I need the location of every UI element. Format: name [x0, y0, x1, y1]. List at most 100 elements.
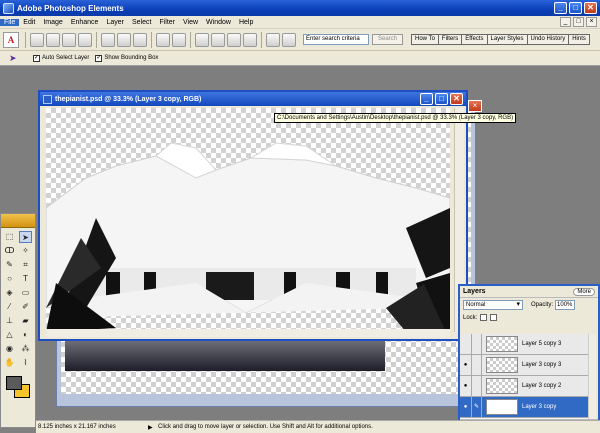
visibility-eye-icon[interactable]: ● — [460, 375, 472, 397]
adobe-logo-icon[interactable]: A — [3, 31, 19, 48]
link-toggle[interactable] — [472, 334, 482, 355]
options-bar: ➤ ✓ Auto Select Layer ✓ Show Bounding Bo… — [0, 51, 600, 66]
tab-layer-styles[interactable]: Layer Styles — [487, 35, 528, 44]
tab-undo-history[interactable]: Undo History — [527, 35, 570, 44]
layer-row[interactable]: Layer 5 copy 3 — [460, 334, 590, 355]
brush-tool-icon[interactable]: ⁄ — [3, 301, 16, 313]
clone-stamp-tool-icon[interactable]: ⊥ — [3, 315, 16, 327]
print-preview-icon[interactable] — [156, 32, 170, 47]
menu-help[interactable]: Help — [235, 19, 257, 26]
layers-tab[interactable]: Layers — [460, 288, 489, 295]
blur-tool-icon[interactable]: △ — [3, 329, 16, 341]
red-eye-tool-icon[interactable]: ◉ — [3, 343, 16, 355]
auto-select-checkbox[interactable]: ✓ — [33, 54, 40, 62]
import-icon[interactable] — [78, 32, 92, 47]
tab-hints[interactable]: Hints — [569, 35, 589, 44]
selection-brush-tool-icon[interactable]: ✎ — [3, 259, 16, 271]
lock-all-icon[interactable] — [490, 314, 498, 321]
hand-tool-icon[interactable]: ✋ — [3, 357, 16, 369]
toolbox-header[interactable] — [1, 214, 35, 228]
save-for-web-icon[interactable] — [117, 32, 131, 47]
doc-restore-button[interactable]: □ — [573, 17, 584, 27]
minimize-button[interactable]: _ — [554, 2, 567, 14]
save-icon[interactable] — [101, 32, 115, 47]
move-tool-icon[interactable]: ➤ — [9, 52, 23, 64]
search-input[interactable]: Enter search criteria — [303, 34, 369, 45]
zoom-tool-icon[interactable]: ○ — [3, 273, 16, 285]
link-toggle[interactable] — [472, 375, 482, 397]
online-services-icon[interactable] — [195, 32, 209, 47]
document-icon — [43, 94, 52, 104]
doc-minimize-button[interactable]: _ — [420, 93, 433, 105]
new-file-icon[interactable] — [30, 32, 44, 47]
sponge-tool-icon[interactable]: ◐ — [19, 329, 32, 341]
redo-icon[interactable] — [243, 32, 257, 47]
eraser-tool-icon[interactable]: ▰ — [19, 315, 32, 327]
menu-layer[interactable]: Layer — [102, 19, 128, 26]
marquee-tool-icon[interactable]: ⬚ — [3, 231, 16, 243]
menu-view[interactable]: View — [179, 19, 202, 26]
status-menu-arrow-icon[interactable]: ▶ — [148, 424, 158, 431]
pencil-tool-icon[interactable]: ✐ — [19, 301, 32, 313]
layer-row-selected[interactable]: ● ✎ Layer 3 copy — [460, 396, 590, 418]
menu-filter[interactable]: Filter — [155, 19, 179, 26]
move-tool-icon[interactable]: ➤ — [19, 231, 32, 243]
brush-icon[interactable]: ✎ — [472, 396, 482, 418]
crop-tool-icon[interactable]: ⌗ — [19, 259, 32, 271]
opacity-label: Opacity: — [531, 301, 554, 308]
background-doc-close-button[interactable]: × — [468, 100, 482, 112]
step-backward-icon[interactable] — [211, 32, 225, 47]
tab-effects[interactable]: Effects — [462, 35, 488, 44]
tools-grid: ⬚ ➤ ↀ ✧ ✎ ⌗ ○ T ◈ ▭ ⁄ ✐ ⊥ ▰ △ ◐ ◉ ⁂ ✋ ⌇ — [1, 228, 35, 372]
bounding-box-checkbox[interactable]: ✓ — [95, 54, 103, 62]
layers-scrollbar[interactable] — [588, 334, 596, 420]
quick-fix-icon[interactable] — [266, 32, 280, 47]
layer-row[interactable]: ● Layer 3 copy 3 — [460, 354, 590, 376]
horizontal-scrollbar[interactable] — [46, 329, 450, 337]
paint-bucket-tool-icon[interactable]: ◈ — [3, 287, 16, 299]
lock-transparent-icon[interactable] — [480, 314, 488, 321]
doc-close-button[interactable]: × — [586, 17, 597, 27]
doc-close-button[interactable]: ✕ — [450, 93, 463, 105]
auto-select-layer-option[interactable]: ✓ Auto Select Layer — [33, 54, 89, 62]
blend-mode-select[interactable]: Normal — [463, 299, 523, 310]
close-button[interactable]: ✕ — [584, 2, 597, 14]
search-button[interactable]: Search — [372, 34, 404, 45]
tab-how-to[interactable]: How To — [412, 35, 439, 44]
eyedropper-tool-icon[interactable]: ⁂ — [19, 343, 32, 355]
tab-filters[interactable]: Filters — [438, 35, 463, 44]
print-icon[interactable] — [133, 32, 147, 47]
doc-minimize-button[interactable]: _ — [560, 17, 571, 27]
menu-select[interactable]: Select — [128, 19, 155, 26]
menu-file[interactable]: File — [0, 18, 20, 26]
maximize-button[interactable]: □ — [569, 2, 582, 14]
menu-window[interactable]: Window — [202, 19, 235, 26]
layer-row[interactable]: ● Layer 3 copy 2 — [460, 375, 590, 397]
document-window[interactable]: thepianist.psd @ 33.3% (Layer 3 copy, RG… — [38, 90, 468, 341]
more-button[interactable]: More — [573, 287, 595, 296]
menu-edit[interactable]: Edit — [19, 19, 39, 26]
browse-icon[interactable] — [62, 32, 76, 47]
document-canvas[interactable] — [46, 108, 450, 332]
help-icon[interactable] — [282, 32, 296, 47]
visibility-eye-icon[interactable]: ● — [460, 396, 472, 418]
link-toggle[interactable] — [472, 354, 482, 376]
attach-email-icon[interactable] — [172, 32, 186, 47]
type-tool-icon[interactable]: T — [19, 273, 32, 285]
visibility-toggle[interactable] — [460, 334, 472, 355]
opacity-input[interactable]: 100% — [555, 299, 576, 310]
menu-bar: File Edit Image Enhance Layer Select Fil… — [0, 16, 600, 29]
foreground-color-swatch[interactable] — [6, 376, 22, 390]
document-title-bar[interactable]: thepianist.psd @ 33.3% (Layer 3 copy, RG… — [40, 92, 466, 106]
visibility-eye-icon[interactable]: ● — [460, 354, 472, 376]
open-icon[interactable] — [46, 32, 60, 47]
shape-tool-icon[interactable]: ▭ — [19, 287, 32, 299]
bounding-box-option[interactable]: ✓ Show Bounding Box — [95, 54, 158, 62]
magic-wand-tool-icon[interactable]: ✧ — [19, 245, 32, 257]
menu-image[interactable]: Image — [39, 19, 66, 26]
smudge-tool-icon[interactable]: ⌇ — [19, 357, 32, 369]
lasso-tool-icon[interactable]: ↀ — [3, 245, 16, 257]
undo-icon[interactable] — [227, 32, 241, 47]
menu-enhance[interactable]: Enhance — [67, 19, 103, 26]
doc-maximize-button[interactable]: □ — [435, 93, 448, 105]
